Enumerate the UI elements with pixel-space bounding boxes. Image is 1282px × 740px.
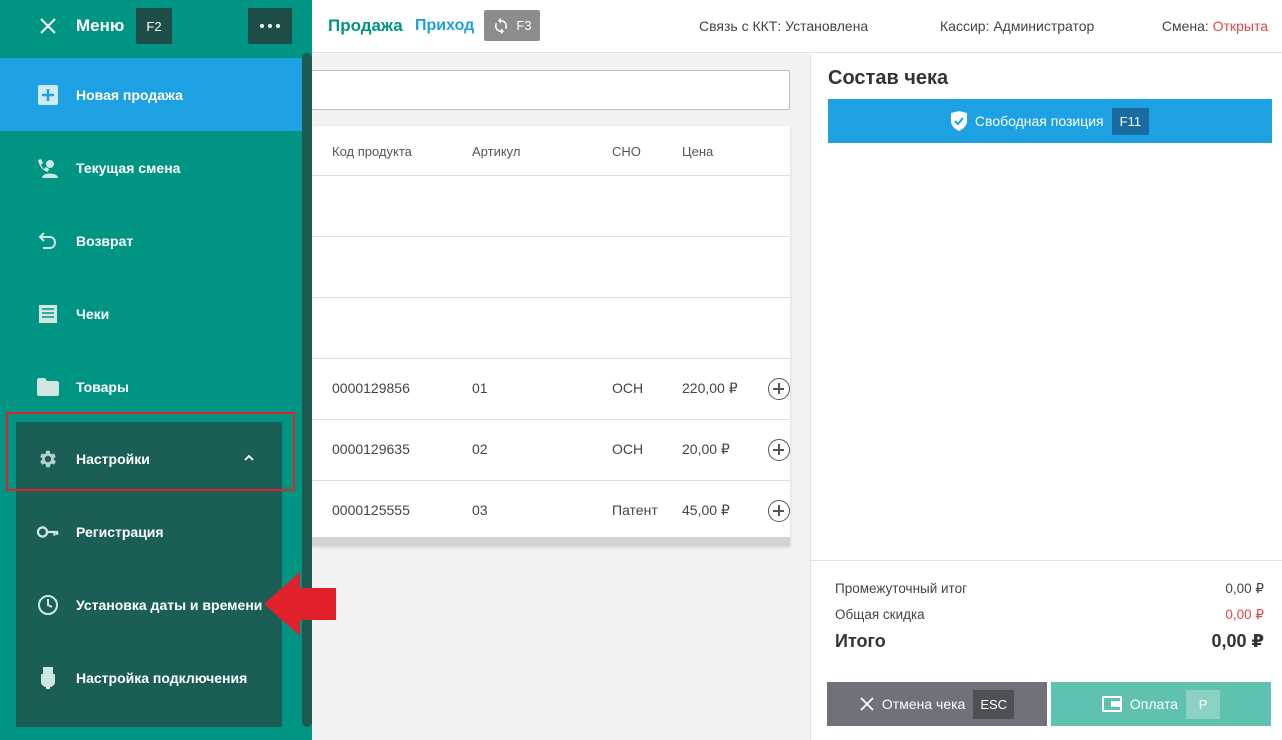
product-article: 02 bbox=[472, 441, 488, 457]
shift-status: Смена: Открыта bbox=[1162, 18, 1268, 34]
product-article: 01 bbox=[472, 380, 488, 396]
usb-icon bbox=[37, 666, 59, 689]
tab-sale[interactable]: Продажа bbox=[328, 16, 403, 36]
add-circle-icon[interactable] bbox=[768, 500, 790, 522]
red-arrow-icon bbox=[264, 572, 336, 636]
column-header: Цена bbox=[682, 144, 714, 159]
table-row bbox=[312, 298, 790, 359]
dot-icon bbox=[260, 24, 264, 28]
product-price: 220,00 ₽ bbox=[682, 380, 738, 396]
cashier-status: Кассир: Администратор bbox=[940, 18, 1095, 34]
free-position-button[interactable]: Свободная позиция F11 bbox=[828, 99, 1272, 143]
tab-income[interactable]: Приход bbox=[415, 17, 474, 35]
search-input[interactable] bbox=[302, 70, 790, 110]
sync-icon bbox=[495, 17, 508, 34]
sidebar-item-date-time[interactable]: Установка даты и времени bbox=[0, 568, 302, 641]
shield-check-icon bbox=[950, 111, 967, 131]
sidebar-item-new-sale[interactable]: Новая продажа bbox=[0, 58, 302, 131]
column-header: Код продукта bbox=[332, 144, 412, 159]
product-sno: Патент bbox=[612, 502, 658, 518]
receipt-icon bbox=[37, 303, 59, 325]
dot-icon bbox=[268, 24, 272, 28]
sidebar-item-receipts[interactable]: Чеки bbox=[0, 277, 302, 350]
product-sno: ОСН bbox=[612, 441, 644, 457]
sidebar-item-connection[interactable]: Настройка подключения bbox=[0, 641, 302, 714]
subtotal-row: Промежуточный итог 0,00 ₽ bbox=[835, 581, 1264, 596]
discount-value: 0,00 ₽ bbox=[1225, 607, 1264, 622]
sidebar-item-current-shift[interactable]: Текущая смена bbox=[0, 131, 302, 204]
undo-icon bbox=[37, 230, 59, 252]
product-price: 45,00 ₽ bbox=[682, 502, 730, 518]
receipt-title: Состав чека bbox=[828, 67, 949, 89]
kkt-status: Связь с ККТ: Установлена bbox=[699, 18, 869, 34]
horizontal-scrollbar[interactable] bbox=[312, 537, 790, 546]
cancel-receipt-button[interactable]: Отмена чека ESC bbox=[827, 682, 1047, 726]
sidebar-item-label: Возврат bbox=[76, 232, 134, 249]
column-header: СНО bbox=[612, 144, 641, 159]
product-code: 0000129856 bbox=[332, 380, 410, 396]
sidebar-item-label: Товары bbox=[76, 378, 129, 395]
folder-icon bbox=[37, 376, 59, 398]
product-price: 20,00 ₽ bbox=[682, 441, 730, 457]
table-row bbox=[312, 176, 790, 237]
product-article: 03 bbox=[472, 502, 488, 518]
product-sno: ОСН bbox=[612, 380, 644, 396]
sidebar-item-label: Установка даты и времени bbox=[76, 596, 263, 613]
dot-icon bbox=[276, 24, 280, 28]
total-row: Итого 0,00 ₽ bbox=[835, 631, 1264, 652]
sidebar-item-return[interactable]: Возврат bbox=[0, 204, 302, 277]
product-code: 0000129635 bbox=[332, 441, 410, 457]
cancel-label: Отмена чека bbox=[881, 696, 966, 712]
product-table: Код продукта Артикул СНО Цена 0000129856… bbox=[312, 126, 790, 546]
sidebar-item-label: Регистрация bbox=[76, 523, 164, 540]
close-icon bbox=[860, 697, 874, 711]
total-label: Итого bbox=[835, 631, 886, 651]
plus-box-icon bbox=[37, 84, 59, 106]
pay-button[interactable]: Оплата P bbox=[1051, 682, 1271, 726]
wallet-icon bbox=[1101, 696, 1122, 712]
sync-key: F3 bbox=[516, 18, 532, 33]
menu-title: Меню bbox=[76, 16, 125, 35]
highlight-frame bbox=[6, 412, 295, 491]
sidebar-item-label: Новая продажа bbox=[76, 86, 183, 103]
sync-button[interactable]: F3 bbox=[484, 10, 540, 41]
product-code: 0000125555 bbox=[332, 502, 410, 518]
pay-label: Оплата bbox=[1129, 696, 1179, 712]
sidebar-item-label: Настройка подключения bbox=[76, 669, 248, 686]
add-circle-icon[interactable] bbox=[768, 439, 790, 461]
total-value: 0,00 ₽ bbox=[1211, 631, 1264, 651]
person-phone-icon bbox=[37, 157, 59, 179]
subtotal-value: 0,00 ₽ bbox=[1225, 581, 1264, 596]
clock-icon bbox=[37, 594, 59, 616]
subtotal-label: Промежуточный итог bbox=[835, 581, 968, 596]
cancel-key: ESC bbox=[973, 689, 1015, 719]
sidebar-item-label: Текущая смена bbox=[76, 159, 181, 176]
sidebar-item-label: Чеки bbox=[76, 305, 110, 322]
receipt-panel: Состав чека Свободная позиция F11 Промеж… bbox=[810, 54, 1282, 740]
table-header: Код продукта Артикул СНО Цена bbox=[312, 126, 790, 176]
shift-value: Открыта bbox=[1212, 18, 1268, 34]
table-row[interactable]: 0000125555 03 Патент 45,00 ₽ bbox=[312, 481, 790, 542]
discount-label: Общая скидка bbox=[835, 607, 925, 622]
key-icon bbox=[37, 521, 59, 543]
more-button[interactable] bbox=[248, 8, 292, 44]
free-position-label: Свободная позиция bbox=[974, 113, 1104, 129]
product-area: Код продукта Артикул СНО Цена 0000129856… bbox=[302, 54, 810, 740]
table-row[interactable]: 0000129856 01 ОСН 220,00 ₽ bbox=[312, 359, 790, 420]
shift-label: Смена: bbox=[1161, 18, 1209, 34]
menu-key: F2 bbox=[136, 8, 172, 44]
close-icon[interactable] bbox=[38, 16, 58, 36]
table-row[interactable]: 0000129635 02 ОСН 20,00 ₽ bbox=[312, 420, 790, 481]
free-position-key: F11 bbox=[1111, 107, 1150, 135]
sidebar-header: Меню F2 bbox=[0, 0, 312, 53]
add-circle-icon[interactable] bbox=[768, 378, 790, 400]
top-bar: Продажа Приход F3 Связь с ККТ: Установле… bbox=[312, 0, 1282, 53]
table-row bbox=[312, 237, 790, 298]
sidebar-item-registration[interactable]: Регистрация bbox=[0, 495, 302, 568]
discount-row: Общая скидка 0,00 ₽ bbox=[835, 607, 1264, 622]
column-header: Артикул bbox=[472, 144, 521, 159]
pay-key: P bbox=[1186, 689, 1221, 719]
